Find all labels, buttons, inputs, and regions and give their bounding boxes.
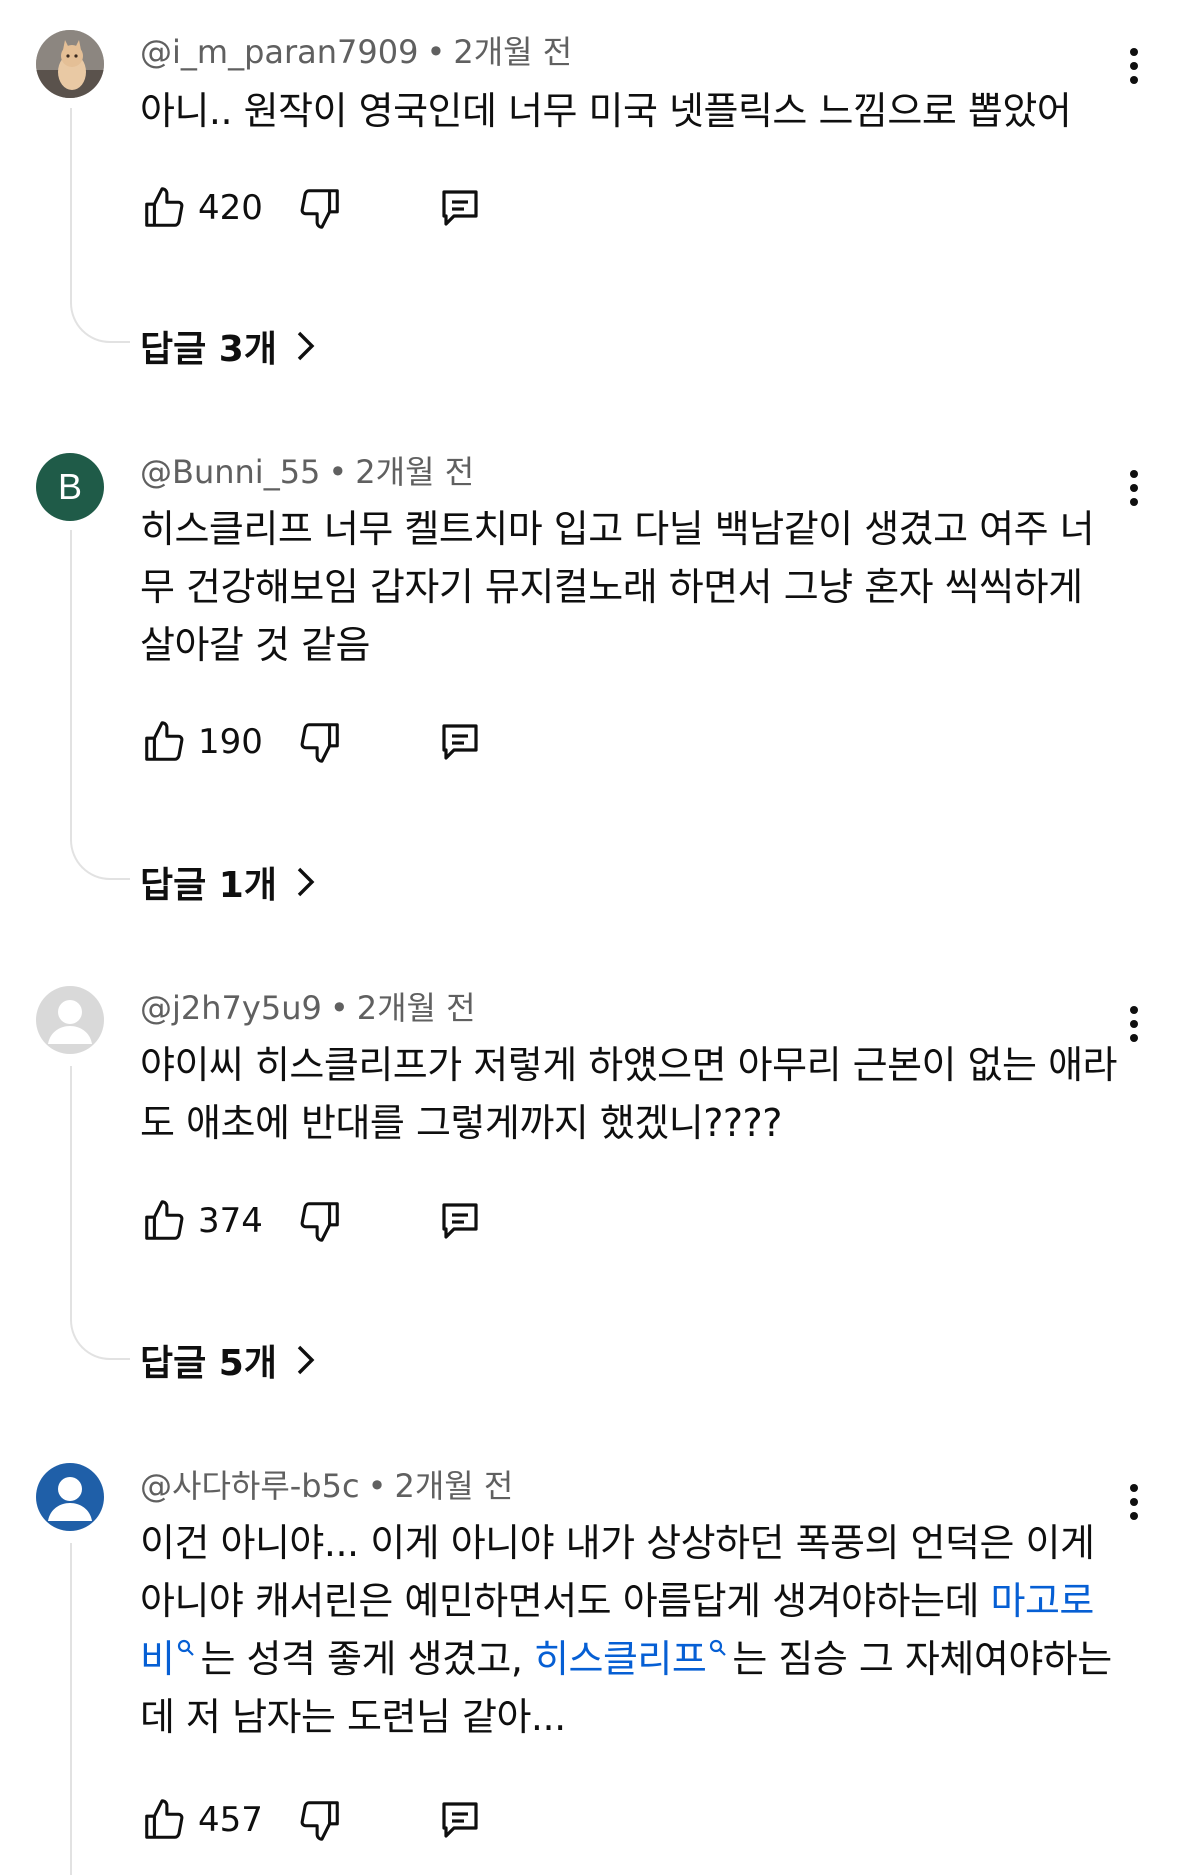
comment-actions: 190 — [138, 714, 486, 770]
comment-text: 아니.. 원작이 영국인데 너무 미국 넷플릭스 느낌으로 뽑았어 — [140, 89, 1072, 133]
view-replies-button[interactable]: 답글 3개 — [140, 320, 317, 372]
reply-icon[interactable] — [434, 1794, 486, 1846]
meta-dot: • — [329, 989, 349, 1027]
username[interactable]: @사다하루-b5c — [140, 1467, 360, 1505]
comment-actions: 420 — [138, 180, 486, 236]
timestamp: 2개월 전 — [453, 33, 573, 71]
avatar[interactable] — [36, 986, 104, 1054]
avatar[interactable] — [36, 1463, 104, 1531]
username[interactable]: @Bunni_55 — [140, 453, 320, 491]
default-user-icon — [48, 1477, 92, 1521]
username[interactable]: @i_m_paran7909 — [140, 33, 418, 71]
dislike-icon[interactable] — [294, 1794, 346, 1846]
avatar[interactable]: B — [36, 453, 104, 521]
like-count: 420 — [198, 188, 263, 228]
more-options-icon[interactable] — [1122, 466, 1146, 510]
like-count: 374 — [198, 1201, 263, 1241]
reply-icon[interactable] — [434, 1195, 486, 1247]
avatar-initial: B — [57, 466, 82, 507]
more-options-icon[interactable] — [1122, 1002, 1146, 1046]
thread-line — [70, 1066, 130, 1360]
reply-icon[interactable] — [434, 182, 486, 234]
dislike-icon[interactable] — [294, 716, 346, 768]
username[interactable]: @j2h7y5u9 — [140, 989, 322, 1027]
comment-text: 야이씨 히스클리프가 저렇게 하얬으면 아무리 근본이 없는 애라도 애초에 반… — [140, 1043, 1118, 1145]
comment-text: 히스클리프 너무 켈트치마 입고 다닐 백남같이 생겼고 여주 너무 건강해보임… — [140, 507, 1095, 667]
avatar[interactable] — [36, 30, 104, 98]
search-link-heathcliff[interactable]: 히스클리프 — [534, 1637, 707, 1681]
comment-actions: 457 — [138, 1792, 486, 1848]
comment-text-part: 이건 아니야... 이게 아니야 내가 상상하던 폭풍의 언덕은 이게 아니야 … — [140, 1521, 1095, 1623]
replies-label: 답글 1개 — [140, 865, 277, 906]
chevron-right-icon — [297, 331, 315, 361]
dislike-icon[interactable] — [294, 182, 346, 234]
comment-text: 이건 아니야... 이게 아니야 내가 상상하던 폭풍의 언덕은 이게 아니야 … — [140, 1514, 1125, 1746]
meta-dot: • — [367, 1467, 387, 1505]
replies-label: 답글 3개 — [140, 329, 277, 370]
chevron-right-icon — [297, 1345, 315, 1375]
more-options-icon[interactable] — [1122, 44, 1146, 88]
comment-meta: @Bunni_55 • 2개월 전 — [140, 452, 474, 492]
comment-actions: 374 — [138, 1193, 486, 1249]
thread-line — [70, 108, 130, 343]
view-replies-button[interactable]: 답글 1개 — [140, 856, 317, 908]
like-count: 190 — [198, 722, 263, 762]
thread-line — [70, 530, 130, 880]
meta-dot: • — [426, 33, 446, 71]
comment-meta: @i_m_paran7909 • 2개월 전 — [140, 32, 572, 72]
like-icon[interactable] — [138, 1195, 190, 1247]
chevron-right-icon — [297, 867, 315, 897]
reply-icon[interactable] — [434, 716, 486, 768]
timestamp: 2개월 전 — [355, 453, 475, 491]
like-icon[interactable] — [138, 1794, 190, 1846]
comment-meta: @사다하루-b5c • 2개월 전 — [140, 1466, 513, 1506]
search-icon[interactable] — [176, 1638, 196, 1658]
dislike-icon[interactable] — [294, 1195, 346, 1247]
like-icon[interactable] — [138, 182, 190, 234]
comment-text-part: 는 성격 좋게 생겼고, — [200, 1637, 535, 1681]
timestamp: 2개월 전 — [356, 989, 476, 1027]
search-icon[interactable] — [708, 1638, 728, 1658]
replies-label: 답글 5개 — [140, 1343, 277, 1384]
like-count: 457 — [198, 1800, 263, 1840]
comment-meta: @j2h7y5u9 • 2개월 전 — [140, 988, 476, 1028]
more-options-icon[interactable] — [1122, 1480, 1146, 1524]
like-icon[interactable] — [138, 716, 190, 768]
cat-avatar-icon — [36, 30, 104, 98]
thread-line — [70, 1543, 72, 1875]
meta-dot: • — [328, 453, 348, 491]
default-user-icon — [48, 1000, 92, 1044]
timestamp: 2개월 전 — [394, 1467, 514, 1505]
view-replies-button[interactable]: 답글 5개 — [140, 1334, 317, 1386]
